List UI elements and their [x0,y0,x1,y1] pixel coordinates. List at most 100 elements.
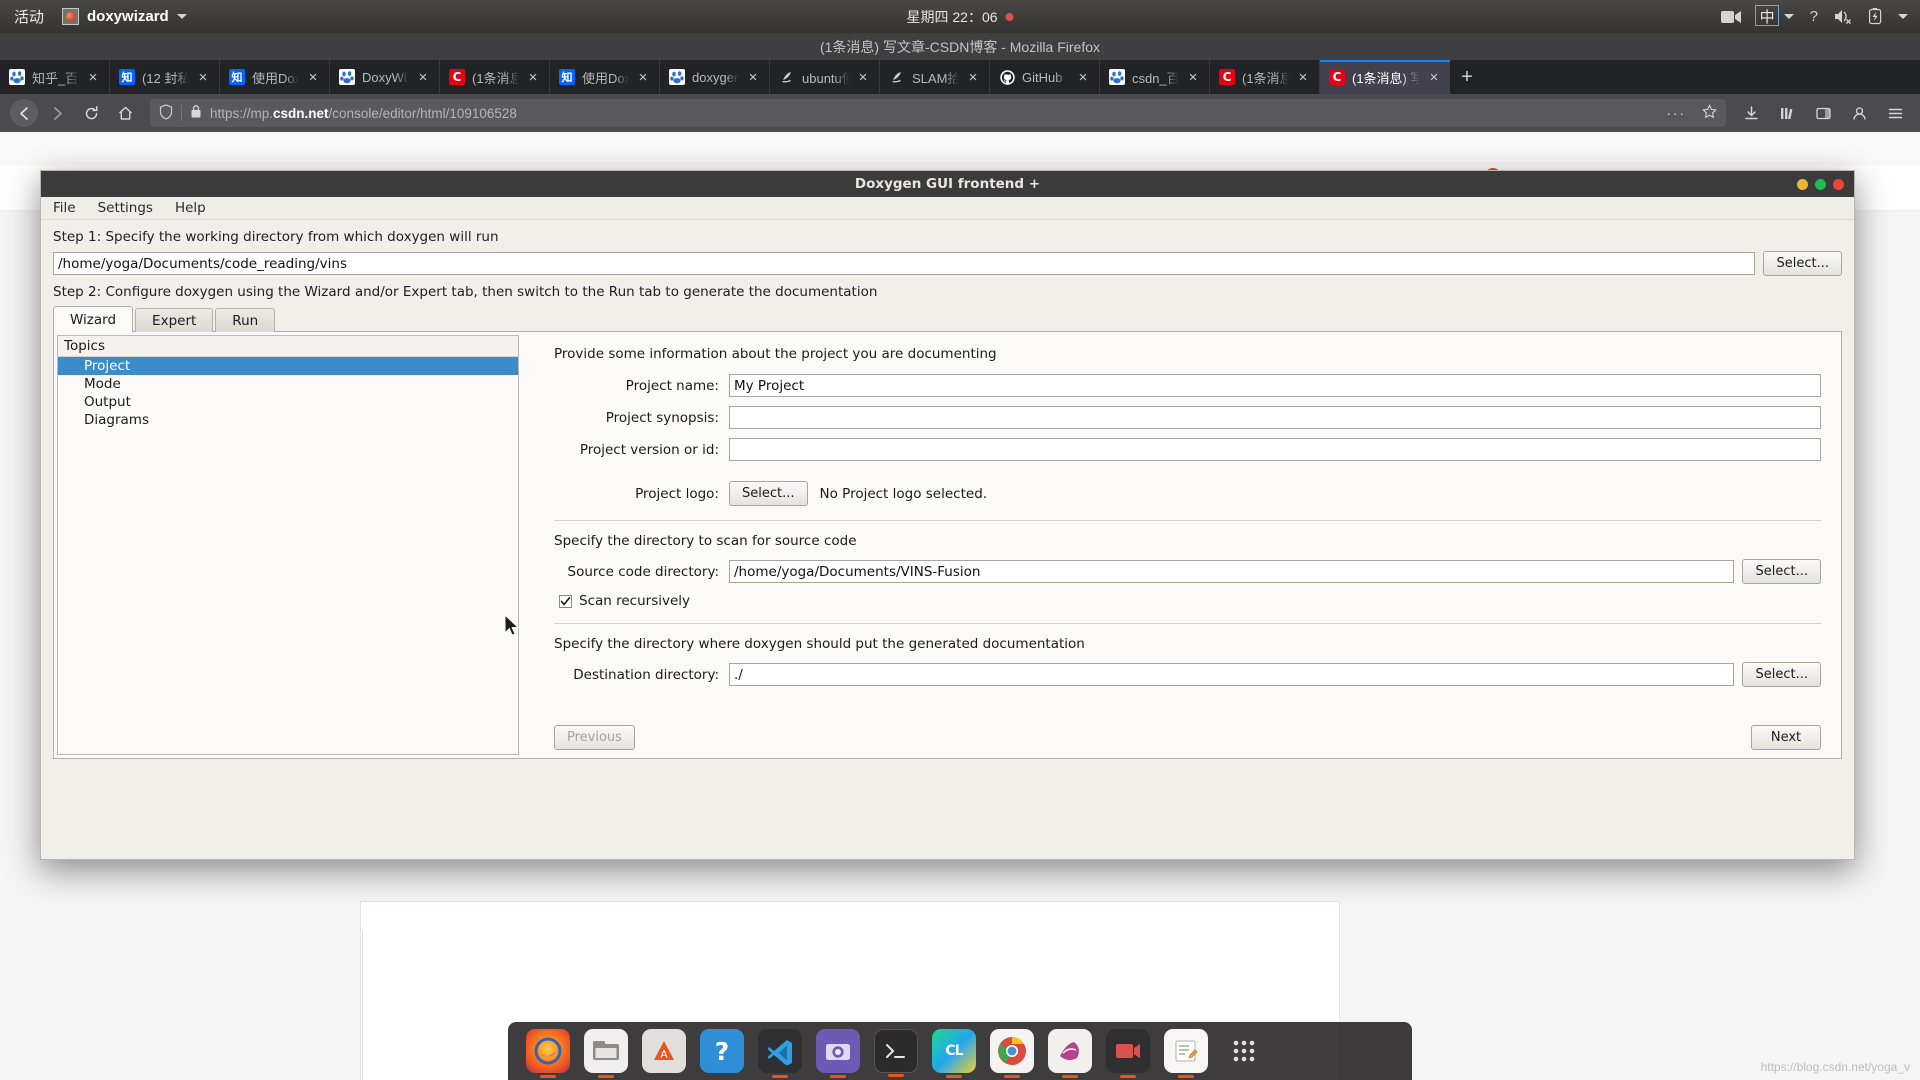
project-name-row: Project name: My Project [554,374,1821,397]
dock-item-help[interactable]: ? [700,1029,744,1073]
project-synopsis-input[interactable] [729,406,1821,429]
previous-button[interactable]: Previous [554,725,635,750]
tab-close-icon[interactable]: × [306,70,320,85]
input-method-indicator[interactable]: 中 [1757,6,1794,27]
tab-close-icon[interactable]: × [966,70,980,85]
topic-item-project[interactable]: Project [58,357,518,375]
forward-icon[interactable] [42,99,72,127]
tab-close-icon[interactable]: × [1076,70,1090,85]
working-directory-select-button[interactable]: Select... [1763,251,1842,276]
volume-muted-icon[interactable] [1834,9,1853,24]
library-icon[interactable] [1772,99,1802,127]
tab-favicon-zhihu-icon: 知 [559,69,575,85]
tab-close-icon[interactable]: × [636,70,650,85]
dock-item-terminal[interactable] [874,1029,918,1073]
page-actions-icon[interactable]: ··· [1667,106,1687,121]
doxywizard-tab-run[interactable]: Run [215,308,275,332]
battery-charging-icon[interactable] [1869,8,1882,25]
tab-close-icon[interactable]: × [86,70,100,85]
menu-item-help[interactable]: Help [175,200,206,216]
account-icon[interactable] [1844,99,1874,127]
chevron-down-icon[interactable] [1898,14,1908,19]
watermark-text: https://blog.csdn.net/yoga_v [1761,1060,1910,1074]
project-version-input[interactable] [729,438,1821,461]
dock-item-text-editor[interactable] [1164,1029,1208,1073]
shield-icon[interactable] [159,104,173,123]
tab-close-icon[interactable]: × [416,70,430,85]
activities-button[interactable]: 活动 [14,6,44,27]
next-button[interactable]: Next [1751,725,1821,750]
tab-favicon-csdn-icon: C [449,69,465,85]
destination-directory-select-button[interactable]: Select... [1742,662,1821,687]
tab-close-icon[interactable]: × [1296,70,1310,85]
browser-tab[interactable]: doxygen ubu× [660,60,770,94]
browser-tab[interactable]: csdn_百度搜× [1100,60,1210,94]
sidebar-icon[interactable] [1808,99,1838,127]
close-button[interactable] [1833,179,1844,190]
browser-tab[interactable]: DoxyWizard_× [330,60,440,94]
browser-tab[interactable]: GitHub× [990,60,1100,94]
dock-item-screenshot[interactable] [816,1029,860,1073]
dock-item-recorder[interactable] [1106,1029,1150,1073]
clock[interactable]: 星期四 22：06 [906,7,1013,27]
tab-close-icon[interactable]: × [1186,70,1200,85]
reload-icon[interactable] [76,99,106,127]
browser-tab[interactable]: ubuntu使用d× [770,60,880,94]
browser-tab[interactable]: C(1条消息) 写× [1320,60,1450,94]
source-directory-input[interactable]: /home/yoga/Documents/VINS-Fusion [729,560,1734,583]
maximize-button[interactable] [1815,179,1826,190]
url-scheme: https://mp. [210,106,273,121]
menu-item-file[interactable]: File [53,200,76,216]
scan-recursively-checkbox[interactable]: Scan recursively [559,593,1821,609]
tab-close-icon[interactable]: × [856,70,870,85]
browser-tab[interactable]: 知使用Doxygen× [550,60,660,94]
chevron-down-icon [1784,14,1794,19]
doxywizard-titlebar[interactable]: Doxygen GUI frontend + [41,171,1854,197]
dock-item-vscode[interactable] [758,1029,802,1073]
lock-icon[interactable] [190,104,202,122]
browser-tab[interactable]: C(1条消息) CS× [1210,60,1320,94]
tab-close-icon[interactable]: × [196,70,210,85]
tab-close-icon[interactable]: × [526,70,540,85]
browser-tab[interactable]: C(1条消息) do× [440,60,550,94]
doxywizard-tab-wizard[interactable]: Wizard [53,306,133,332]
dock-item-emacs[interactable] [1048,1029,1092,1073]
address-bar[interactable]: https://mp.csdn.net/console/editor/html/… [150,99,1726,127]
working-directory-input[interactable]: /home/yoga/Documents/code_reading/vins [53,252,1755,275]
topic-item-diagrams[interactable]: Diagrams [58,411,518,429]
destination-directory-input[interactable]: ./ [729,663,1734,686]
browser-tab[interactable]: 知使用Doxygen× [220,60,330,94]
dock-item-files[interactable] [584,1029,628,1073]
tab-favicon-baidu-icon [9,69,25,85]
menu-item-settings[interactable]: Settings [98,200,153,216]
browser-tab[interactable]: 知(12 封私信 / 8× [110,60,220,94]
camera-icon[interactable] [1721,10,1741,24]
dock-item-firefox[interactable] [526,1029,570,1073]
back-icon[interactable] [10,99,38,127]
dock-item-chrome[interactable] [990,1029,1034,1073]
project-name-input[interactable]: My Project [729,374,1821,397]
topic-item-mode[interactable]: Mode [58,375,518,393]
dock-item-show-apps[interactable] [1222,1029,1266,1073]
new-tab-button[interactable]: + [1450,60,1484,94]
dock-item-clion[interactable]: CL [932,1029,976,1073]
dock-item-software[interactable]: A [642,1029,686,1073]
browser-tab[interactable]: 知乎_百度搜× [0,60,110,94]
project-logo-select-button[interactable]: Select... [729,481,808,506]
download-icon[interactable] [1736,99,1766,127]
home-icon[interactable] [110,99,140,127]
source-directory-select-button[interactable]: Select... [1742,559,1821,584]
tab-close-icon[interactable]: × [746,70,760,85]
topics-list[interactable]: Topics ProjectModeOutputDiagrams [57,335,519,755]
ubuntu-dock: A ? CL [508,1022,1412,1080]
menu-icon[interactable] [1880,99,1910,127]
browser-tab[interactable]: SLAM拾萃(2)× [880,60,990,94]
app-menu-doxywizard[interactable]: doxywizard [62,8,187,25]
tab-favicon-zhihu-icon: 知 [119,69,135,85]
topic-item-output[interactable]: Output [58,393,518,411]
doxywizard-tab-expert[interactable]: Expert [135,308,213,332]
help-icon[interactable]: ? [1810,8,1818,25]
tab-close-icon[interactable]: × [1427,70,1441,85]
star-icon[interactable] [1702,104,1717,122]
minimize-button[interactable] [1797,179,1808,190]
